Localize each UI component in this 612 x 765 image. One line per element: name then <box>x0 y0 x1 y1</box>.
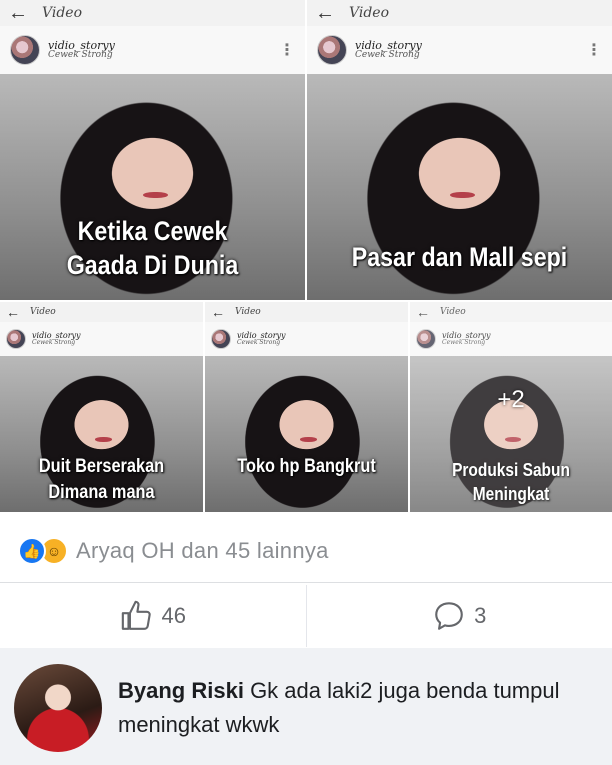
photo-image: Ketika Cewek Gaada Di Dunia <box>0 74 305 300</box>
account-subtitle: Cewek Strong <box>48 50 113 61</box>
gallery-photo-4[interactable]: ← Video vidio_storyy Cewek Strong Toko h… <box>205 302 408 512</box>
comment-author[interactable]: Byang Riski <box>118 678 244 703</box>
gallery-photo-2[interactable]: ← Video vidio_storyy Cewek Strong ⋮ Pasa… <box>307 0 612 300</box>
comment-button[interactable]: 3 <box>305 585 612 647</box>
comment-count: 3 <box>474 603 487 628</box>
back-arrow-icon: ← <box>6 304 20 320</box>
video-title: Video <box>42 5 83 21</box>
video-title: Video <box>235 307 261 317</box>
like-icon: 👍 <box>18 537 46 565</box>
comment-icon <box>435 602 463 630</box>
video-title: Video <box>30 307 56 317</box>
account-subtitle: Cewek Strong <box>32 339 76 347</box>
back-arrow-icon: ← <box>211 304 225 320</box>
post-actions: 46 3 <box>0 585 612 647</box>
reaction-summary-text: Aryaq OH dan 45 lainnya <box>76 538 329 563</box>
account-avatar <box>211 329 231 349</box>
video-header: ← Video <box>0 0 305 26</box>
video-header: ← Video <box>0 302 203 322</box>
avatar[interactable] <box>14 664 102 752</box>
back-arrow-icon: ← <box>315 1 335 24</box>
photo-image: Pasar dan Mall sepi <box>307 74 612 300</box>
divider <box>0 582 612 583</box>
more-options-icon: ⋮ <box>279 42 295 59</box>
account-row: vidio_storyy Cewek Strong ⋮ <box>307 26 612 74</box>
video-header: ← Video <box>307 0 612 26</box>
back-arrow-icon: ← <box>8 1 28 24</box>
photo-image: Toko hp Bangkrut <box>205 356 408 512</box>
photo-caption: Toko hp Bangkrut <box>237 456 376 477</box>
photo-caption: Ketika Cewek Gaada Di Dunia <box>66 216 239 280</box>
photo-image: Duit Berserakan Dimana mana <box>0 356 203 512</box>
video-title: Video <box>349 5 390 21</box>
gallery-photo-3[interactable]: ← Video vidio_storyy Cewek Strong Duit B… <box>0 302 203 512</box>
account-avatar <box>10 35 40 65</box>
gallery-photo-5[interactable]: ← Video vidio_storyy Cewek Strong Produk… <box>410 302 612 512</box>
like-count: 46 <box>161 603 186 628</box>
video-header: ← Video <box>205 302 408 322</box>
reaction-summary[interactable]: 👍 ☺ Aryaq OH dan 45 lainnya <box>0 525 612 577</box>
comment-body: Byang Riski Gk ada laki2 juga benda tump… <box>118 674 598 742</box>
account-subtitle: Cewek Strong <box>237 339 281 347</box>
account-subtitle: Cewek Strong <box>355 50 420 61</box>
account-avatar <box>6 329 26 349</box>
comment-item: Byang Riski Gk ada laki2 juga benda tump… <box>0 648 612 765</box>
like-button[interactable]: 46 <box>0 585 306 647</box>
account-avatar <box>317 35 347 65</box>
photo-caption: Duit Berserakan Dimana mana <box>38 456 165 503</box>
account-row: vidio_storyy Cewek Strong ⋮ <box>0 26 305 74</box>
gallery-photo-1[interactable]: ← Video vidio_storyy Cewek Strong ⋮ Keti… <box>0 0 305 300</box>
more-options-icon: ⋮ <box>586 42 602 59</box>
account-row: vidio_storyy Cewek Strong <box>205 322 408 356</box>
photo-caption: Pasar dan Mall sepi <box>351 242 568 272</box>
account-row: vidio_storyy Cewek Strong <box>0 322 203 356</box>
more-photos-count[interactable]: +2 <box>410 386 612 414</box>
thumbs-up-icon <box>121 600 151 630</box>
photo-gallery: ← Video vidio_storyy Cewek Strong ⋮ Keti… <box>0 0 612 512</box>
